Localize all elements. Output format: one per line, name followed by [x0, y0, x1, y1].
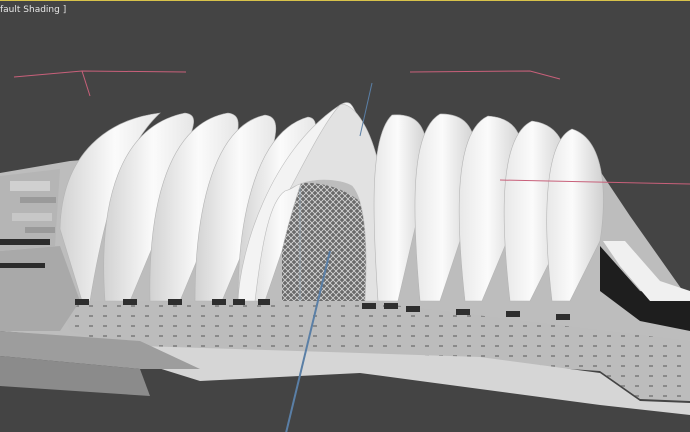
3d-viewport[interactable]: fault Shading ]: [0, 0, 690, 432]
viewport-scene[interactable]: [0, 1, 690, 432]
viewport-shading-label[interactable]: fault Shading ]: [0, 5, 66, 15]
